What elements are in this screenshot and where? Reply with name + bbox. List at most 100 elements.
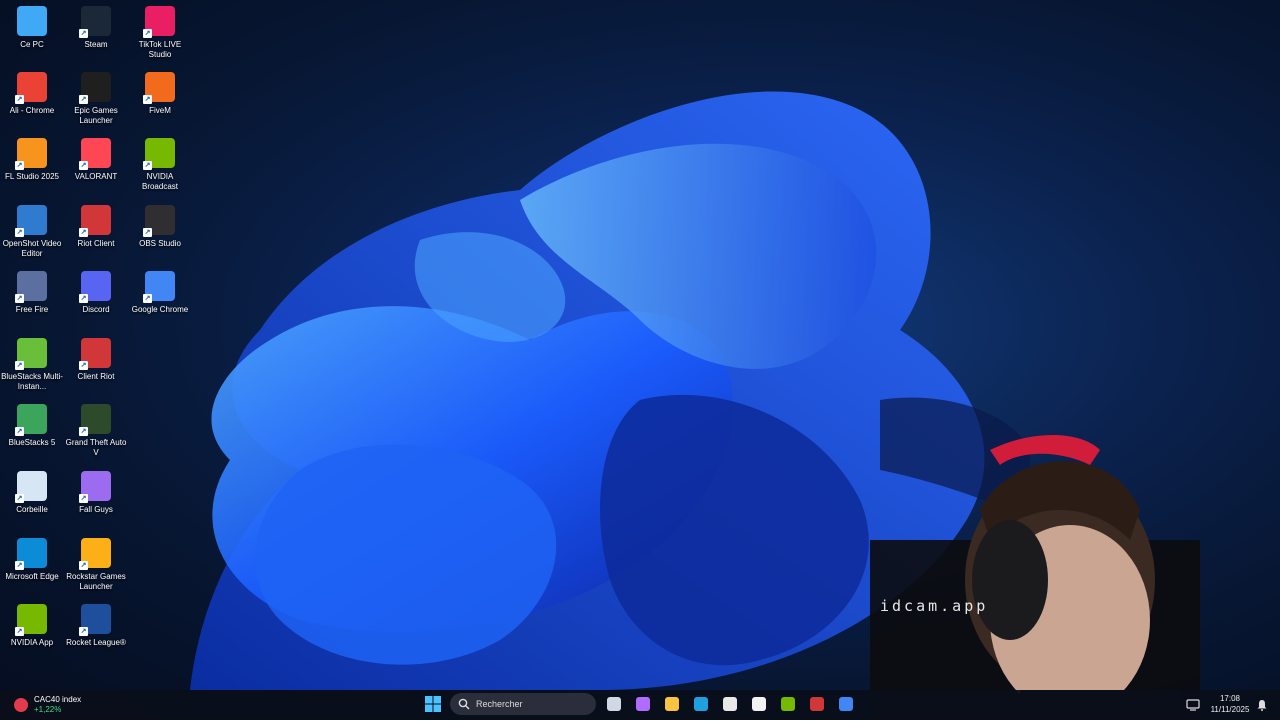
fivem-icon: ↗: [143, 72, 175, 104]
bluestacks-icon: ↗: [15, 404, 47, 436]
taskbar-search-box[interactable]: Rechercher: [450, 693, 596, 715]
chrome-profile-icon: ↗: [15, 72, 47, 104]
desktop-icon-fivem[interactable]: ↗ FiveM: [128, 72, 192, 116]
taskbar-app-task-view[interactable]: [603, 693, 625, 715]
riot-icon: [810, 697, 824, 711]
desktop-icon-fl-studio[interactable]: ↗ FL Studio 2025: [0, 138, 64, 182]
desktop-icon-label: Steam: [84, 40, 108, 49]
search-icon: [458, 698, 470, 710]
desktop-icon-openshot[interactable]: ↗ OpenShot Video Editor: [0, 205, 64, 259]
desktop-icon-label: FL Studio 2025: [5, 172, 59, 181]
fl-studio-icon: ↗: [15, 138, 47, 170]
shortcut-arrow-icon: ↗: [79, 427, 88, 436]
desktop-icon-rocket-league[interactable]: ↗ Rocket League®: [64, 604, 128, 648]
nvidia-broadcast-icon: ↗: [143, 138, 175, 170]
notification-bell-icon[interactable]: [1256, 698, 1268, 711]
stock-widget[interactable]: CAC40 index +1,22%: [14, 692, 81, 718]
desktop-icon-label: Corbeille: [16, 505, 48, 514]
start-button[interactable]: [422, 693, 444, 715]
shortcut-arrow-icon: ↗: [79, 228, 88, 237]
taskbar-app-nvidia[interactable]: [777, 693, 799, 715]
system-tray-icon[interactable]: [1186, 698, 1200, 711]
desktop-icon-recycle-bin[interactable]: ↗ Corbeille: [0, 471, 64, 515]
desktop-icon-chrome-profile[interactable]: ↗ Ali - Chrome: [0, 72, 64, 116]
steam-icon: ↗: [79, 6, 111, 38]
shortcut-arrow-icon: ↗: [79, 361, 88, 370]
desktop-icon-free-fire[interactable]: ↗ Free Fire: [0, 271, 64, 315]
chrome-icon: ↗: [143, 271, 175, 303]
desktop-icon-riot-client[interactable]: ↗ Client Riot: [64, 338, 128, 382]
shortcut-arrow-icon: ↗: [79, 494, 88, 503]
taskbar-clock[interactable]: 17:08 11/11/2025: [1204, 693, 1256, 715]
gta-v-icon: ↗: [79, 404, 111, 436]
desktop-icon-valorant[interactable]: ↗ VALORANT: [64, 138, 128, 182]
edge-icon: [694, 697, 708, 711]
desktop-icon-label: Ce PC: [20, 40, 44, 49]
pc-icon: [17, 6, 47, 36]
desktop-icon-nvidia-broadcast[interactable]: ↗ NVIDIA Broadcast: [128, 138, 192, 192]
desktop-icon-label: OpenShot Video Editor: [2, 239, 62, 258]
rockstar-icon: ↗: [79, 538, 111, 570]
desktop-icon-label: Client Riot: [77, 372, 115, 381]
recycle-bin-icon: ↗: [15, 471, 47, 503]
obs-icon: ↗: [143, 205, 175, 237]
desktop-icon-rockstar[interactable]: ↗ Rockstar Games Launcher: [64, 538, 128, 592]
desktop-icon-nvidia-app[interactable]: ↗ NVIDIA App: [0, 604, 64, 648]
shortcut-arrow-icon: ↗: [79, 294, 88, 303]
windows-start-icon: [425, 696, 441, 712]
taskbar-app-chrome[interactable]: [835, 693, 857, 715]
tiktok-icon: ↗: [143, 6, 175, 38]
chrome-icon: [839, 697, 853, 711]
desktop-icon-label: Discord: [82, 305, 110, 314]
desktop-icon-bluestacks-multi[interactable]: ↗ BlueStacks Multi-Instan...: [0, 338, 64, 392]
shortcut-arrow-icon: ↗: [79, 561, 88, 570]
stock-widget-icon: [14, 698, 28, 712]
shortcut-arrow-icon: ↗: [143, 228, 152, 237]
desktop-icon-label: Ali - Chrome: [9, 106, 55, 115]
valorant-icon: ↗: [79, 138, 111, 170]
maps-icon: [752, 697, 766, 711]
desktop-icon-label: BlueStacks Multi-Instan...: [1, 372, 63, 391]
desktop-icon-tiktok[interactable]: ↗ TikTok LIVE Studio: [128, 6, 192, 60]
webcam-watermark-text: idcam.app: [880, 597, 989, 615]
desktop-icon-label: BlueStacks 5: [8, 438, 56, 447]
stock-widget-title: CAC40 index: [34, 695, 82, 704]
taskbar-app-maps[interactable]: [748, 693, 770, 715]
desktop-icon-label: OBS Studio: [139, 239, 181, 248]
shortcut-arrow-icon: ↗: [15, 294, 24, 303]
desktop-icon-obs[interactable]: ↗ OBS Studio: [128, 205, 192, 249]
webcam-overlay: [870, 430, 1200, 720]
shortcut-arrow-icon: ↗: [15, 561, 24, 570]
desktop-icon-epic-games[interactable]: ↗ Epic Games Launcher: [64, 72, 128, 126]
shortcut-arrow-icon: ↗: [15, 427, 24, 436]
desktop-icon-label: Rocket League®: [66, 638, 126, 647]
task-view-icon: [607, 697, 621, 711]
taskbar-app-file-explorer[interactable]: [661, 693, 683, 715]
clock-date: 11/11/2025: [1210, 705, 1250, 714]
desktop-icon-label: VALORANT: [74, 172, 118, 181]
free-fire-icon: ↗: [15, 271, 47, 303]
taskbar-app-edge[interactable]: [690, 693, 712, 715]
openshot-icon: ↗: [15, 205, 47, 237]
shortcut-arrow-icon: ↗: [15, 494, 24, 503]
desktop-icon-riot-client[interactable]: ↗ Riot Client: [64, 205, 128, 249]
desktop-icon-bluestacks[interactable]: ↗ BlueStacks 5: [0, 404, 64, 448]
desktop-icon-label: Google Chrome: [131, 305, 189, 314]
taskbar-app-store[interactable]: [719, 693, 741, 715]
desktop-icon-label: Free Fire: [15, 305, 49, 314]
desktop-icon-chrome[interactable]: ↗ Google Chrome: [128, 271, 192, 315]
taskbar-app-copilot[interactable]: [632, 693, 654, 715]
desktop-icon-label: Riot Client: [77, 239, 115, 248]
shortcut-arrow-icon: ↗: [79, 627, 88, 636]
desktop-icon-label: Grand Theft Auto V: [65, 438, 127, 457]
taskbar-app-riot[interactable]: [806, 693, 828, 715]
desktop-icon-gta-v[interactable]: ↗ Grand Theft Auto V: [64, 404, 128, 458]
desktop-icon-label: TikTok LIVE Studio: [138, 40, 182, 59]
desktop-icon-edge[interactable]: ↗ Microsoft Edge: [0, 538, 64, 582]
desktop-icon-discord[interactable]: ↗ Discord: [64, 271, 128, 315]
desktop-icon-fall-guys[interactable]: ↗ Fall Guys: [64, 471, 128, 515]
desktop-icon-pc[interactable]: Ce PC: [0, 6, 64, 50]
desktop-icon-steam[interactable]: ↗ Steam: [64, 6, 128, 50]
shortcut-arrow-icon: ↗: [15, 627, 24, 636]
desktop-icon-grid: Ce PC ↗ Steam ↗ TikTok LIVE Studio ↗ Ali - Chr…: [0, 0, 200, 690]
